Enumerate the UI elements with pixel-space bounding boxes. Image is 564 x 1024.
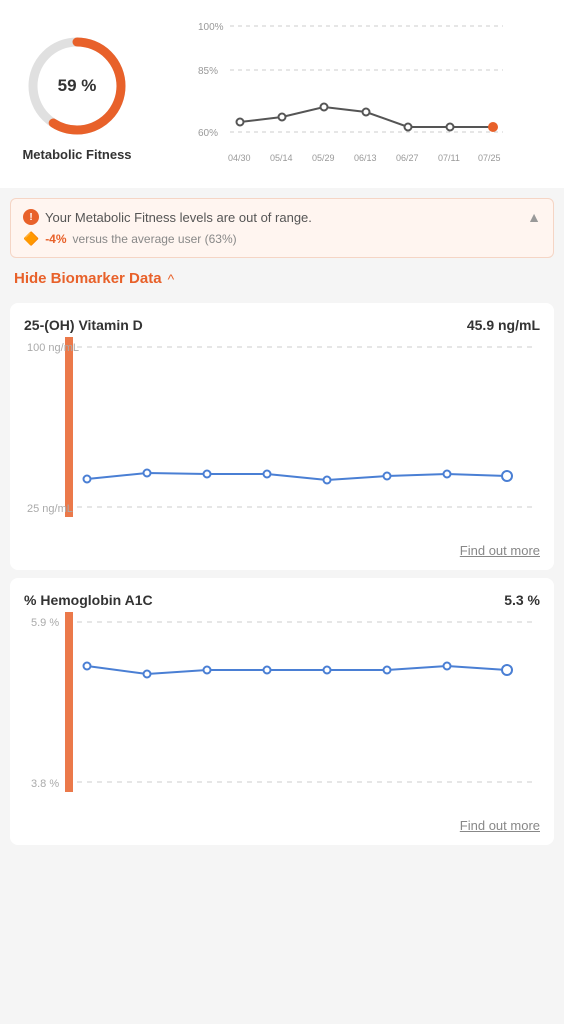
vitamin-d-find-out-more[interactable]: Find out more — [24, 537, 540, 560]
alert-diff-detail: versus the average user (63%) — [73, 232, 237, 246]
hide-biomarker-button[interactable]: Hide Biomarker Data ^ — [0, 258, 564, 295]
alert-row1: ! Your Metabolic Fitness levels are out … — [23, 209, 541, 225]
vitamin-d-header: 25-(OH) Vitamin D 45.9 ng/mL — [24, 317, 540, 333]
alert-box: ! Your Metabolic Fitness levels are out … — [10, 198, 554, 258]
hemoglobin-header: % Hemoglobin A1C 5.3 % — [24, 592, 540, 608]
top-section: 59 % Metabolic Fitness 100% 85% 60% — [0, 0, 564, 188]
vitamin-d-bar — [65, 337, 73, 517]
trend-chart-svg: 100% 85% 60% 04/30 05/14 05/29 06/ — [154, 16, 552, 176]
svg-text:100%: 100% — [198, 22, 224, 33]
svg-text:100 ng/mL: 100 ng/mL — [27, 342, 79, 354]
vitamin-d-title: 25-(OH) Vitamin D — [24, 317, 143, 333]
hemoglobin-title: % Hemoglobin A1C — [24, 592, 153, 608]
alert-chevron-icon[interactable]: ▲ — [527, 209, 541, 225]
alert-diff: -4% — [45, 232, 66, 246]
hemoglobin-chart-svg: 5.9 % 3.8 % — [24, 612, 540, 812]
svg-text:05/14: 05/14 — [270, 153, 293, 163]
svg-text:07/25: 07/25 — [478, 153, 501, 163]
hide-biomarker-chevron-icon: ^ — [168, 271, 175, 287]
svg-text:5.9 %: 5.9 % — [31, 617, 59, 629]
svg-text:60%: 60% — [198, 128, 218, 139]
alert-icon: ! — [23, 209, 39, 225]
svg-text:07/11: 07/11 — [438, 153, 460, 163]
gauge-score: 59 % — [58, 76, 97, 95]
hemoglobin-value: 5.3 % — [504, 592, 540, 608]
hemoglobin-chart: 5.9 % 3.8 % — [24, 612, 540, 812]
alert-text-main: ! Your Metabolic Fitness levels are out … — [23, 209, 312, 225]
vitamin-d-chart: 100 ng/mL 25 ng/mL — [24, 337, 540, 537]
svg-text:25 ng/mL: 25 ng/mL — [27, 503, 73, 515]
vitamin-d-chart-svg: 100 ng/mL 25 ng/mL — [24, 337, 540, 537]
hide-biomarker-label: Hide Biomarker Data — [14, 270, 162, 287]
trend-chart-area: 100% 85% 60% 04/30 05/14 05/29 06/ — [154, 16, 552, 176]
vitamin-d-card: 25-(OH) Vitamin D 45.9 ng/mL 100 ng/mL 2… — [10, 303, 554, 570]
hemoglobin-bar — [65, 612, 73, 792]
hemoglobin-find-out-more[interactable]: Find out more — [24, 812, 540, 835]
metabolic-fitness-label: Metabolic Fitness — [22, 147, 131, 162]
vitamin-d-value: 45.9 ng/mL — [467, 317, 540, 333]
hemoglobin-card: % Hemoglobin A1C 5.3 % 5.9 % 3.8 % Find … — [10, 578, 554, 845]
alert-main-text: Your Metabolic Fitness levels are out of… — [45, 210, 312, 225]
svg-text:06/13: 06/13 — [354, 153, 377, 163]
svg-text:3.8 %: 3.8 % — [31, 778, 59, 790]
gauge-container: 59 % Metabolic Fitness — [12, 31, 142, 162]
alert-row2: 🔶 -4% versus the average user (63%) — [23, 231, 541, 247]
svg-text:05/29: 05/29 — [312, 153, 335, 163]
svg-text:06/27: 06/27 — [396, 153, 419, 163]
svg-text:85%: 85% — [198, 66, 218, 77]
gauge-svg: 59 % — [22, 31, 132, 141]
svg-text:04/30: 04/30 — [228, 153, 251, 163]
